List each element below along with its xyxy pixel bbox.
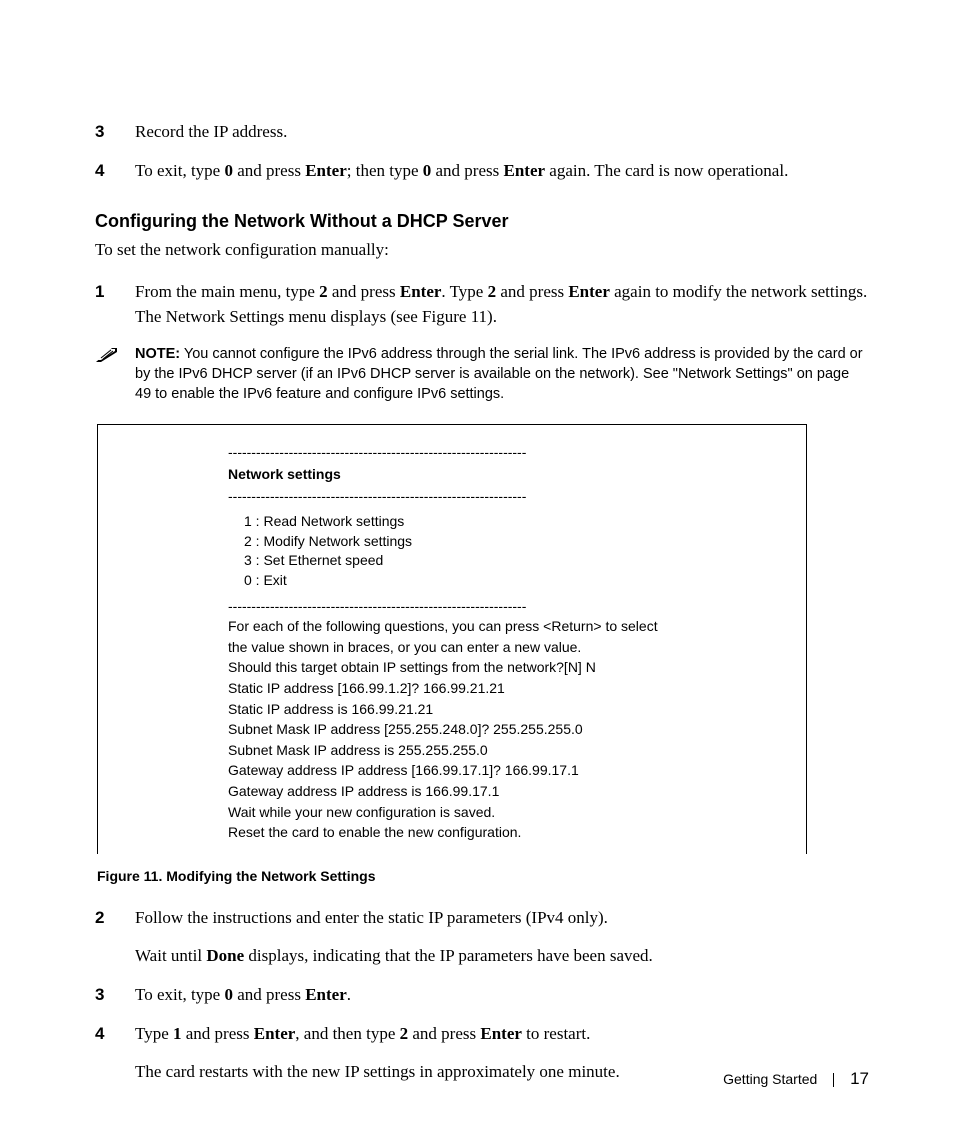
figure-box: ----------------------------------------… xyxy=(97,424,807,853)
terminal-line: Subnet Mask IP address [255.255.248.0]? … xyxy=(228,720,766,740)
step-1: 1 From the main menu, type 2 and press E… xyxy=(95,280,869,329)
menu-list: 1 : Read Network settings 2 : Modify Net… xyxy=(228,512,766,590)
page-number: 17 xyxy=(850,1069,869,1088)
step-number: 3 xyxy=(95,120,135,145)
terminal-line: Static IP address is 166.99.21.21 xyxy=(228,700,766,720)
step-number: 4 xyxy=(95,159,135,184)
section-intro: To set the network configuration manuall… xyxy=(95,240,869,260)
step-text: To exit, type 0 and press Enter; then ty… xyxy=(135,159,869,184)
terminal-line: Should this target obtain IP settings fr… xyxy=(228,658,766,678)
step-number: 3 xyxy=(95,983,135,1008)
figure-body: For each of the following questions, you… xyxy=(228,617,766,843)
terminal-line: For each of the following questions, you… xyxy=(228,617,766,637)
step-text: Follow the instructions and enter the st… xyxy=(135,906,869,969)
figure-caption: Figure 11. Modifying the Network Setting… xyxy=(97,868,869,884)
terminal-line: Subnet Mask IP address is 255.255.255.0 xyxy=(228,741,766,761)
menu-item: 1 : Read Network settings xyxy=(244,512,766,532)
step-text: To exit, type 0 and press Enter. xyxy=(135,983,869,1008)
note-text: NOTE: You cannot configure the IPv6 addr… xyxy=(135,344,869,405)
note-label: NOTE: xyxy=(135,346,180,362)
step-text: From the main menu, type 2 and press Ent… xyxy=(135,280,869,329)
step-number: 1 xyxy=(95,280,135,329)
step-2: 2 Follow the instructions and enter the … xyxy=(95,906,869,969)
divider: ----------------------------------------… xyxy=(228,487,766,507)
page-footer: Getting Started 17 xyxy=(723,1069,869,1089)
divider: ----------------------------------------… xyxy=(228,597,766,617)
terminal-line: the value shown in braces, or you can en… xyxy=(228,638,766,658)
footer-separator xyxy=(833,1073,834,1087)
menu-item: 2 : Modify Network settings xyxy=(244,532,766,552)
step-4: 4 To exit, type 0 and press Enter; then … xyxy=(95,159,869,184)
step-3b: 3 To exit, type 0 and press Enter. xyxy=(95,983,869,1008)
step-text: Record the IP address. xyxy=(135,120,869,145)
menu-item: 3 : Set Ethernet speed xyxy=(244,551,766,571)
footer-section: Getting Started xyxy=(723,1071,817,1087)
menu-item: 0 : Exit xyxy=(244,571,766,591)
terminal-line: Wait while your new configuration is sav… xyxy=(228,803,766,823)
note-icon xyxy=(95,344,135,364)
step-3: 3 Record the IP address. xyxy=(95,120,869,145)
terminal-line: Gateway address IP address is 166.99.17.… xyxy=(228,782,766,802)
page: 3 Record the IP address. 4 To exit, type… xyxy=(0,0,954,1145)
step-number: 4 xyxy=(95,1022,135,1085)
terminal-line: Gateway address IP address [166.99.17.1]… xyxy=(228,761,766,781)
note-block: NOTE: You cannot configure the IPv6 addr… xyxy=(95,344,869,405)
section-heading: Configuring the Network Without a DHCP S… xyxy=(95,211,869,232)
divider: ----------------------------------------… xyxy=(228,443,766,463)
terminal-line: Reset the card to enable the new configu… xyxy=(228,823,766,843)
figure-title: Network settings xyxy=(228,465,766,485)
step-number: 2 xyxy=(95,906,135,969)
terminal-line: Static IP address [166.99.1.2]? 166.99.2… xyxy=(228,679,766,699)
